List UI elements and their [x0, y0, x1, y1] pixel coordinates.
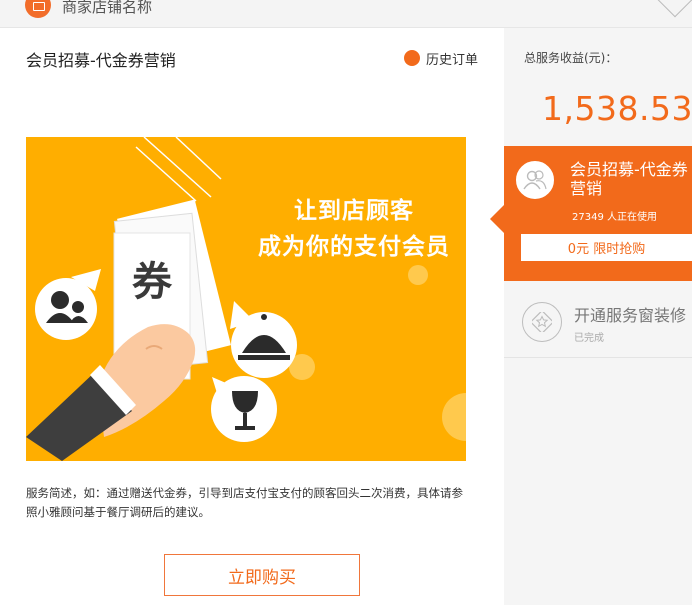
hand-icon — [26, 324, 196, 461]
deco-circle — [408, 265, 428, 285]
banner-slogan-line2: 成为你的支付会员 — [258, 234, 450, 260]
side-panel: 总服务收益(元)： 1,538.53 会员招募-代金券 营销 27349 人正在… — [490, 28, 692, 605]
revenue-value: 1,538.53 — [542, 89, 692, 128]
shop-name: 商家店铺名称 — [62, 0, 153, 16]
active-card-title: 会员招募-代金券 营销 — [570, 160, 692, 198]
banner-illustration: 券 — [26, 137, 466, 461]
deco-line — [143, 137, 212, 198]
star-badge-icon — [522, 302, 562, 342]
promo-banner: 券 让到店顾客 成为你的支付会员 — [26, 137, 466, 461]
active-pointer-icon — [490, 205, 504, 233]
dish-bubble-icon — [230, 301, 297, 378]
top-bar: 商家店铺名称 — [0, 0, 692, 28]
service-item-decoration[interactable]: 开通服务窗装修 已完成 — [504, 290, 692, 358]
limited-offer-button[interactable]: 0元 限时抢购 — [521, 234, 692, 261]
chevron-down-icon[interactable] — [656, 0, 692, 18]
deco-line — [135, 146, 197, 202]
coupon-char: 券 — [132, 259, 173, 305]
people-bubble-icon — [35, 269, 101, 340]
active-card-title-line1: 会员招募-代金券 — [570, 160, 688, 179]
history-dot-icon — [404, 50, 420, 66]
shop-logo-icon — [25, 0, 51, 18]
service-item-title: 开通服务窗装修 — [574, 306, 687, 325]
revenue-label: 总服务收益(元)： — [524, 51, 618, 65]
active-card-user-count: 27349 人正在使用 — [572, 212, 657, 223]
service-description: 服务简述，如：通过赠送代金券，引导到店支付宝支付的顾客回头二次消费，具体请参照小… — [26, 486, 463, 519]
buy-now-button[interactable]: 立即购买 — [164, 554, 360, 596]
active-card-title-line2: 营销 — [570, 179, 603, 198]
history-orders-link[interactable]: 历史订单 — [404, 50, 479, 68]
service-item-status: 已完成 — [574, 333, 604, 344]
active-service-card[interactable]: 会员招募-代金券 营销 27349 人正在使用 0元 限时抢购 — [504, 146, 692, 281]
main-panel: 会员招募-代金券营销 历史订单 券 让到店顾客 成为你的支付会员 服务简述，如：… — [0, 28, 504, 605]
wine-bubble-icon — [211, 376, 277, 442]
banner-slogan-line1: 让到店顾客 — [294, 198, 414, 224]
page-title: 会员招募-代金券营销 — [26, 51, 176, 70]
members-icon — [516, 161, 554, 199]
history-orders-label: 历史订单 — [426, 52, 479, 68]
deco-circle — [442, 393, 466, 441]
